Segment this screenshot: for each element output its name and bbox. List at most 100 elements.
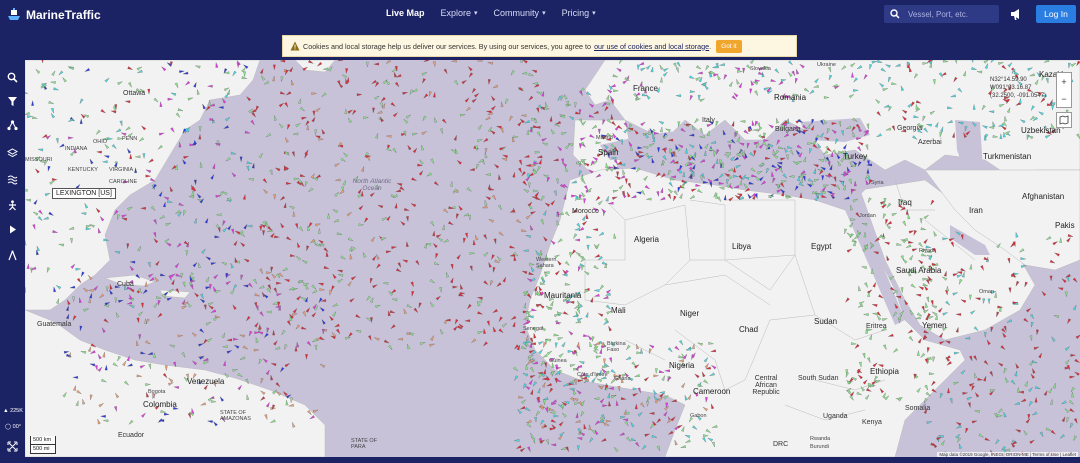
vessel-marker[interactable] <box>62 77 67 83</box>
vessel-marker[interactable] <box>319 363 326 368</box>
vessel-marker[interactable] <box>1052 383 1056 389</box>
vessel-marker[interactable] <box>183 155 189 159</box>
vessel-marker[interactable] <box>901 109 908 114</box>
vessel-marker[interactable] <box>922 115 926 122</box>
vessel-marker[interactable] <box>419 341 426 346</box>
vessel-marker[interactable] <box>311 116 317 123</box>
vessel-marker[interactable] <box>653 131 660 135</box>
vessel-marker[interactable] <box>599 398 605 404</box>
vessel-marker[interactable] <box>72 376 79 379</box>
vessel-marker[interactable] <box>842 144 848 150</box>
vessel-marker[interactable] <box>618 184 624 190</box>
vessel-marker[interactable] <box>1069 408 1076 413</box>
vessel-marker[interactable] <box>525 234 532 239</box>
vessel-marker[interactable] <box>872 282 877 288</box>
vessel-marker[interactable] <box>891 82 897 85</box>
vessel-marker[interactable] <box>315 135 321 139</box>
vessel-marker[interactable] <box>544 107 550 111</box>
vessel-marker[interactable] <box>117 81 123 86</box>
vessel-marker[interactable] <box>750 80 755 86</box>
vessel-marker[interactable] <box>575 251 581 257</box>
vessel-marker[interactable] <box>910 283 916 289</box>
vessel-marker[interactable] <box>251 163 255 169</box>
vessel-marker[interactable] <box>1006 107 1011 113</box>
vessel-marker[interactable] <box>630 422 635 428</box>
vessel-marker[interactable] <box>876 111 882 117</box>
vessel-marker[interactable] <box>1014 370 1018 377</box>
vessel-marker[interactable] <box>923 398 928 404</box>
vessel-marker[interactable] <box>344 108 348 114</box>
vessel-marker[interactable] <box>952 292 959 296</box>
vessel-marker[interactable] <box>689 95 693 101</box>
vessel-marker[interactable] <box>564 282 571 286</box>
vessel-marker[interactable] <box>613 89 619 93</box>
vessel-marker[interactable] <box>994 292 997 298</box>
vessel-marker[interactable] <box>44 192 51 197</box>
vessel-marker[interactable] <box>418 302 422 308</box>
vessel-marker[interactable] <box>251 112 257 118</box>
vessel-marker[interactable] <box>265 369 271 375</box>
vessel-marker[interactable] <box>768 124 774 129</box>
vessel-marker[interactable] <box>645 64 651 70</box>
vessel-marker[interactable] <box>656 191 660 197</box>
search-tool-button[interactable] <box>3 68 22 87</box>
vessel-marker[interactable] <box>68 226 75 231</box>
vessel-marker[interactable] <box>705 397 708 403</box>
vessel-marker[interactable] <box>84 203 89 209</box>
vessel-marker[interactable] <box>478 158 484 164</box>
vessel-marker[interactable] <box>435 234 442 239</box>
vessel-marker[interactable] <box>595 355 602 359</box>
vessel-marker[interactable] <box>634 374 640 378</box>
vessel-marker[interactable] <box>674 345 680 351</box>
vessel-marker[interactable] <box>105 286 109 292</box>
vessel-marker[interactable] <box>973 355 978 362</box>
vessel-marker[interactable] <box>590 429 597 434</box>
vessel-marker[interactable] <box>723 74 728 80</box>
vessel-marker[interactable] <box>1016 387 1020 393</box>
vessel-marker[interactable] <box>336 232 343 235</box>
vessel-marker[interactable] <box>697 188 703 194</box>
vessel-marker[interactable] <box>450 277 454 284</box>
vessel-marker[interactable] <box>651 157 655 164</box>
vessel-marker[interactable] <box>153 232 157 238</box>
vessel-marker[interactable] <box>932 356 936 362</box>
vessel-marker[interactable] <box>541 91 545 97</box>
vessel-marker[interactable] <box>234 257 238 263</box>
vessel-marker[interactable] <box>972 104 976 110</box>
vessel-marker[interactable] <box>580 411 585 417</box>
vessel-marker[interactable] <box>138 311 143 317</box>
vessel-marker[interactable] <box>255 305 259 311</box>
vessel-marker[interactable] <box>204 218 209 224</box>
vessel-marker[interactable] <box>498 231 504 237</box>
vessel-marker[interactable] <box>863 313 869 316</box>
vessel-marker[interactable] <box>203 304 207 310</box>
vessel-marker[interactable] <box>410 281 415 288</box>
vessel-marker[interactable] <box>351 109 357 115</box>
vessel-marker[interactable] <box>913 73 919 80</box>
vessel-marker[interactable] <box>587 187 592 193</box>
vessel-marker[interactable] <box>518 86 525 92</box>
live-map[interactable]: Ottawa PENN OHIO INDIANA MISSOURI KENTUC… <box>25 60 1080 457</box>
rotation-indicator[interactable]: ◯ 00° <box>1 424 25 430</box>
vessel-marker[interactable] <box>168 381 174 386</box>
vessel-marker[interactable] <box>1064 408 1070 414</box>
vessel-marker[interactable] <box>630 437 637 442</box>
vessel-marker[interactable] <box>534 151 541 154</box>
vessel-marker[interactable] <box>572 314 579 318</box>
vessel-marker[interactable] <box>307 409 312 415</box>
vessel-marker[interactable] <box>873 251 879 255</box>
vessel-marker[interactable] <box>709 181 713 188</box>
vessel-marker[interactable] <box>78 297 82 303</box>
vessel-marker[interactable] <box>402 259 408 263</box>
vessel-marker[interactable] <box>174 82 179 89</box>
vessel-marker[interactable] <box>726 179 729 185</box>
vessel-marker[interactable] <box>35 68 41 74</box>
vessel-marker[interactable] <box>99 293 105 299</box>
vessel-marker[interactable] <box>659 64 664 70</box>
vessel-marker[interactable] <box>208 100 212 106</box>
vessel-marker[interactable] <box>97 228 101 234</box>
vessel-marker[interactable] <box>452 285 458 289</box>
vessel-marker[interactable] <box>802 175 806 182</box>
got-it-button[interactable]: Got it <box>716 39 742 53</box>
vessel-marker[interactable] <box>380 96 386 102</box>
